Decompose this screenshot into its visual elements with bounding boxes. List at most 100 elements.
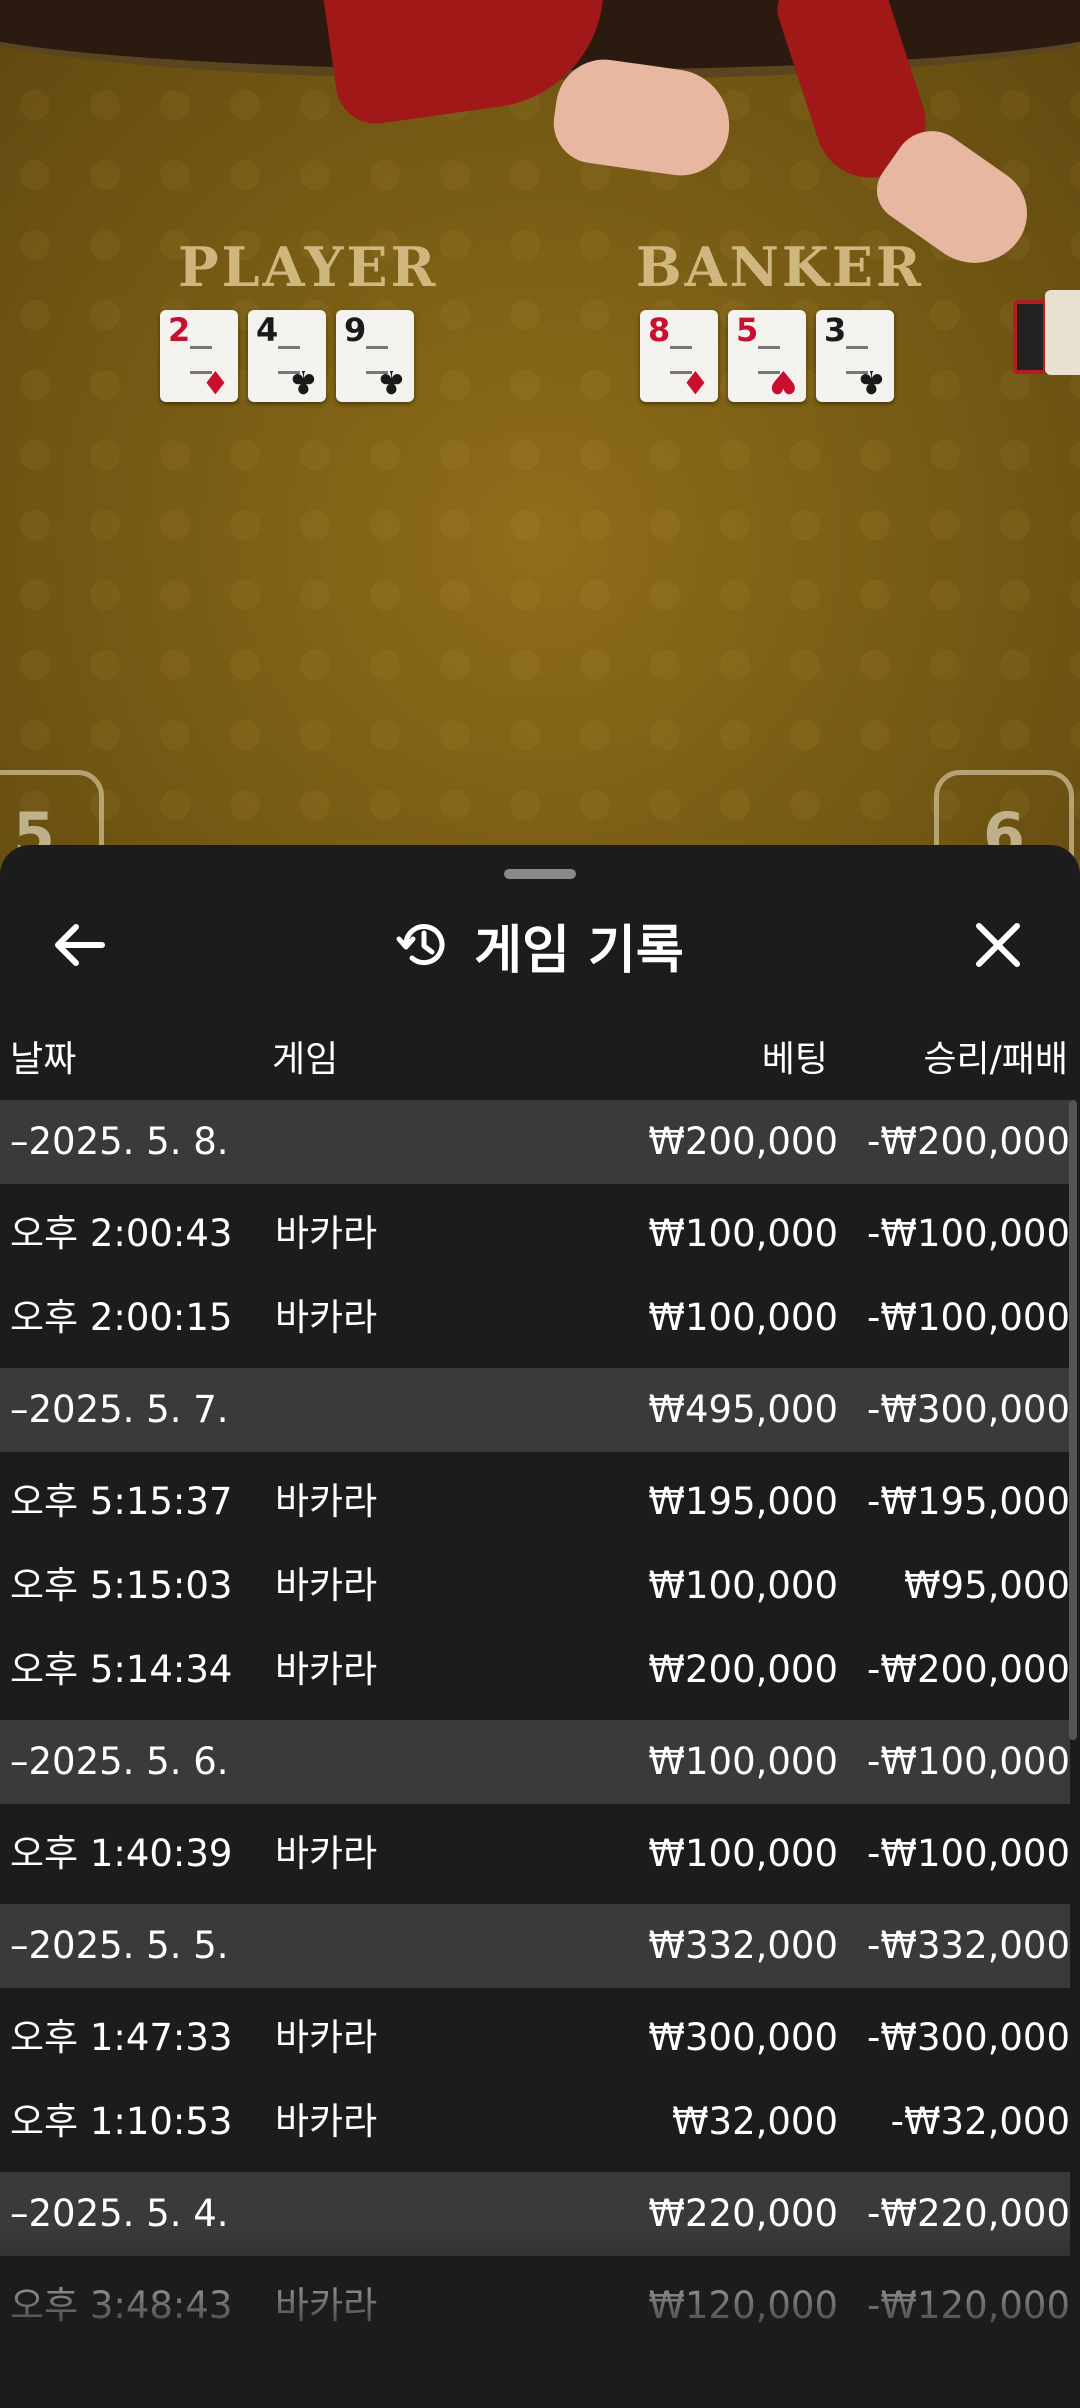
time-cell: 오후 1:47:33: [10, 2016, 233, 2059]
date-label: –2025. 5. 5.: [10, 1924, 229, 1967]
result-cell: -₩100,000: [867, 1832, 1070, 1875]
date-group-row[interactable]: –2025. 5. 6. ₩100,000 -₩100,000: [0, 1720, 1070, 1804]
time-cell: 오후 2:00:43: [10, 1212, 233, 1255]
banker-label: BANKER: [636, 235, 924, 299]
result-cell: -₩195,000: [867, 1480, 1070, 1523]
bet-cell: ₩300,000: [648, 2016, 838, 2059]
result-total: -₩100,000: [867, 1740, 1070, 1783]
result-total: -₩300,000: [867, 1388, 1070, 1431]
table-row[interactable]: 오후 1:47:33 바카라 ₩300,000 -₩300,000: [0, 1996, 1070, 2080]
history-icon: [396, 924, 445, 966]
time-cell: 오후 5:14:34: [10, 1648, 233, 1691]
card-suit: ♣: [289, 363, 318, 401]
date-label: –2025. 5. 8.: [10, 1120, 229, 1163]
game-history-sheet: 게임 기록 날짜 게임 베팅 승리/패배 –2025. 5. 8. ₩200,00…: [0, 845, 1080, 2408]
card-suit: ♦: [681, 363, 710, 401]
bet-cell: ₩100,000: [648, 1564, 838, 1607]
card-rank: 9: [344, 311, 367, 349]
result-cell: -₩100,000: [867, 1212, 1070, 1255]
bet-total: ₩495,000: [648, 1388, 838, 1431]
card-suit: ♦: [201, 363, 230, 401]
bet-total: ₩100,000: [648, 1740, 838, 1783]
card-rank: 5: [736, 311, 759, 349]
column-header-date: 날짜: [10, 1039, 77, 1080]
playing-card: 8 ♦: [640, 310, 718, 402]
table-row[interactable]: 오후 5:15:37 바카라 ₩195,000 -₩195,000: [0, 1460, 1070, 1544]
drag-handle[interactable]: [504, 869, 576, 879]
date-group-row[interactable]: –2025. 5. 5. ₩332,000 -₩332,000: [0, 1904, 1070, 1988]
result-cell: ₩95,000: [903, 1564, 1070, 1607]
time-cell: 오후 1:40:39: [10, 1832, 233, 1875]
column-header-game: 게임: [272, 1039, 339, 1080]
card-rank: 2: [168, 311, 191, 349]
playing-card: 9 ♣: [336, 310, 414, 402]
player-label: PLAYER: [178, 235, 439, 299]
table-row[interactable]: 오후 5:15:03 바카라 ₩100,000 ₩95,000: [0, 1544, 1070, 1628]
result-cell: -₩100,000: [867, 1296, 1070, 1339]
bet-cell: ₩200,000: [648, 1648, 838, 1691]
close-icon: [976, 923, 1020, 967]
date-label: –2025. 5. 6.: [10, 1740, 229, 1783]
result-cell: -₩300,000: [867, 2016, 1070, 2059]
game-cell: 바카라: [275, 1480, 378, 1523]
card-suit: ♣: [857, 363, 886, 401]
sheet-header: 게임 기록: [0, 905, 1080, 985]
bet-cell: ₩100,000: [648, 1296, 838, 1339]
game-cell: 바카라: [275, 1564, 378, 1607]
table-row[interactable]: 오후 2:00:15 바카라 ₩100,000 -₩100,000: [0, 1276, 1070, 1360]
list-fade: [0, 2228, 1080, 2408]
bet-total: ₩200,000: [648, 1120, 838, 1163]
bet-cell: ₩32,000: [671, 2100, 838, 2143]
game-cell: 바카라: [275, 1212, 378, 1255]
time-cell: 오후 1:10:53: [10, 2100, 233, 2143]
column-header-bet: 베팅: [761, 1039, 828, 1080]
time-cell: 오후 5:15:03: [10, 1564, 233, 1607]
result-cell: -₩32,000: [890, 2100, 1070, 2143]
bet-cell: ₩100,000: [648, 1832, 838, 1875]
game-cell: 바카라: [275, 1832, 378, 1875]
result-total: -₩200,000: [867, 1120, 1070, 1163]
table-row[interactable]: 오후 1:10:53 바카라 ₩32,000 -₩32,000: [0, 2080, 1070, 2164]
card-suit: ♥: [769, 363, 798, 401]
game-cell: 바카라: [275, 1296, 378, 1339]
time-cell: 오후 5:15:37: [10, 1480, 233, 1523]
time-cell: 오후 2:00:15: [10, 1296, 233, 1339]
bet-cell: ₩100,000: [648, 1212, 838, 1255]
result-cell: -₩200,000: [867, 1648, 1070, 1691]
card-rank: 3: [824, 311, 847, 349]
close-button[interactable]: [958, 905, 1038, 985]
card-suit: ♣: [377, 363, 406, 401]
date-label: –2025. 5. 7.: [10, 1388, 229, 1431]
bet-cell: ₩195,000: [648, 1480, 838, 1523]
card-rank: 4: [256, 311, 279, 349]
bet-total: ₩332,000: [648, 1924, 838, 1967]
game-cell: 바카라: [275, 2100, 378, 2143]
game-cell: 바카라: [275, 1648, 378, 1691]
scrollbar[interactable]: [1069, 1100, 1077, 1740]
playing-card: 3 ♣: [816, 310, 894, 402]
column-header-result: 승리/패배: [923, 1039, 1068, 1080]
card-rank: 8: [648, 311, 671, 349]
date-group-row[interactable]: –2025. 5. 8. ₩200,000 -₩200,000: [0, 1100, 1070, 1184]
card-shoe: [1013, 300, 1047, 374]
table-row[interactable]: 오후 1:40:39 바카라 ₩100,000 -₩100,000: [0, 1812, 1070, 1896]
playing-card: 2 ♦: [160, 310, 238, 402]
table-row[interactable]: 오후 5:14:34 바카라 ₩200,000 -₩200,000: [0, 1628, 1070, 1712]
result-total: -₩332,000: [867, 1924, 1070, 1967]
table-row[interactable]: 오후 2:00:43 바카라 ₩100,000 -₩100,000: [0, 1192, 1070, 1276]
date-group-row[interactable]: –2025. 5. 7. ₩495,000 -₩300,000: [0, 1368, 1070, 1452]
playing-card: 5 ♥: [728, 310, 806, 402]
live-table-video: PLAYER BANKER 2 ♦ 4 ♣ 9 ♣ 8 ♦ 5 ♥ 3 ♣ 5 6: [0, 0, 1080, 900]
history-list: –2025. 5. 8. ₩200,000 -₩200,000 오후 2:00:43 바…: [0, 1100, 1070, 2356]
playing-card: 4 ♣: [248, 310, 326, 402]
page-title: 게임 기록: [474, 920, 684, 981]
game-cell: 바카라: [275, 2016, 378, 2059]
